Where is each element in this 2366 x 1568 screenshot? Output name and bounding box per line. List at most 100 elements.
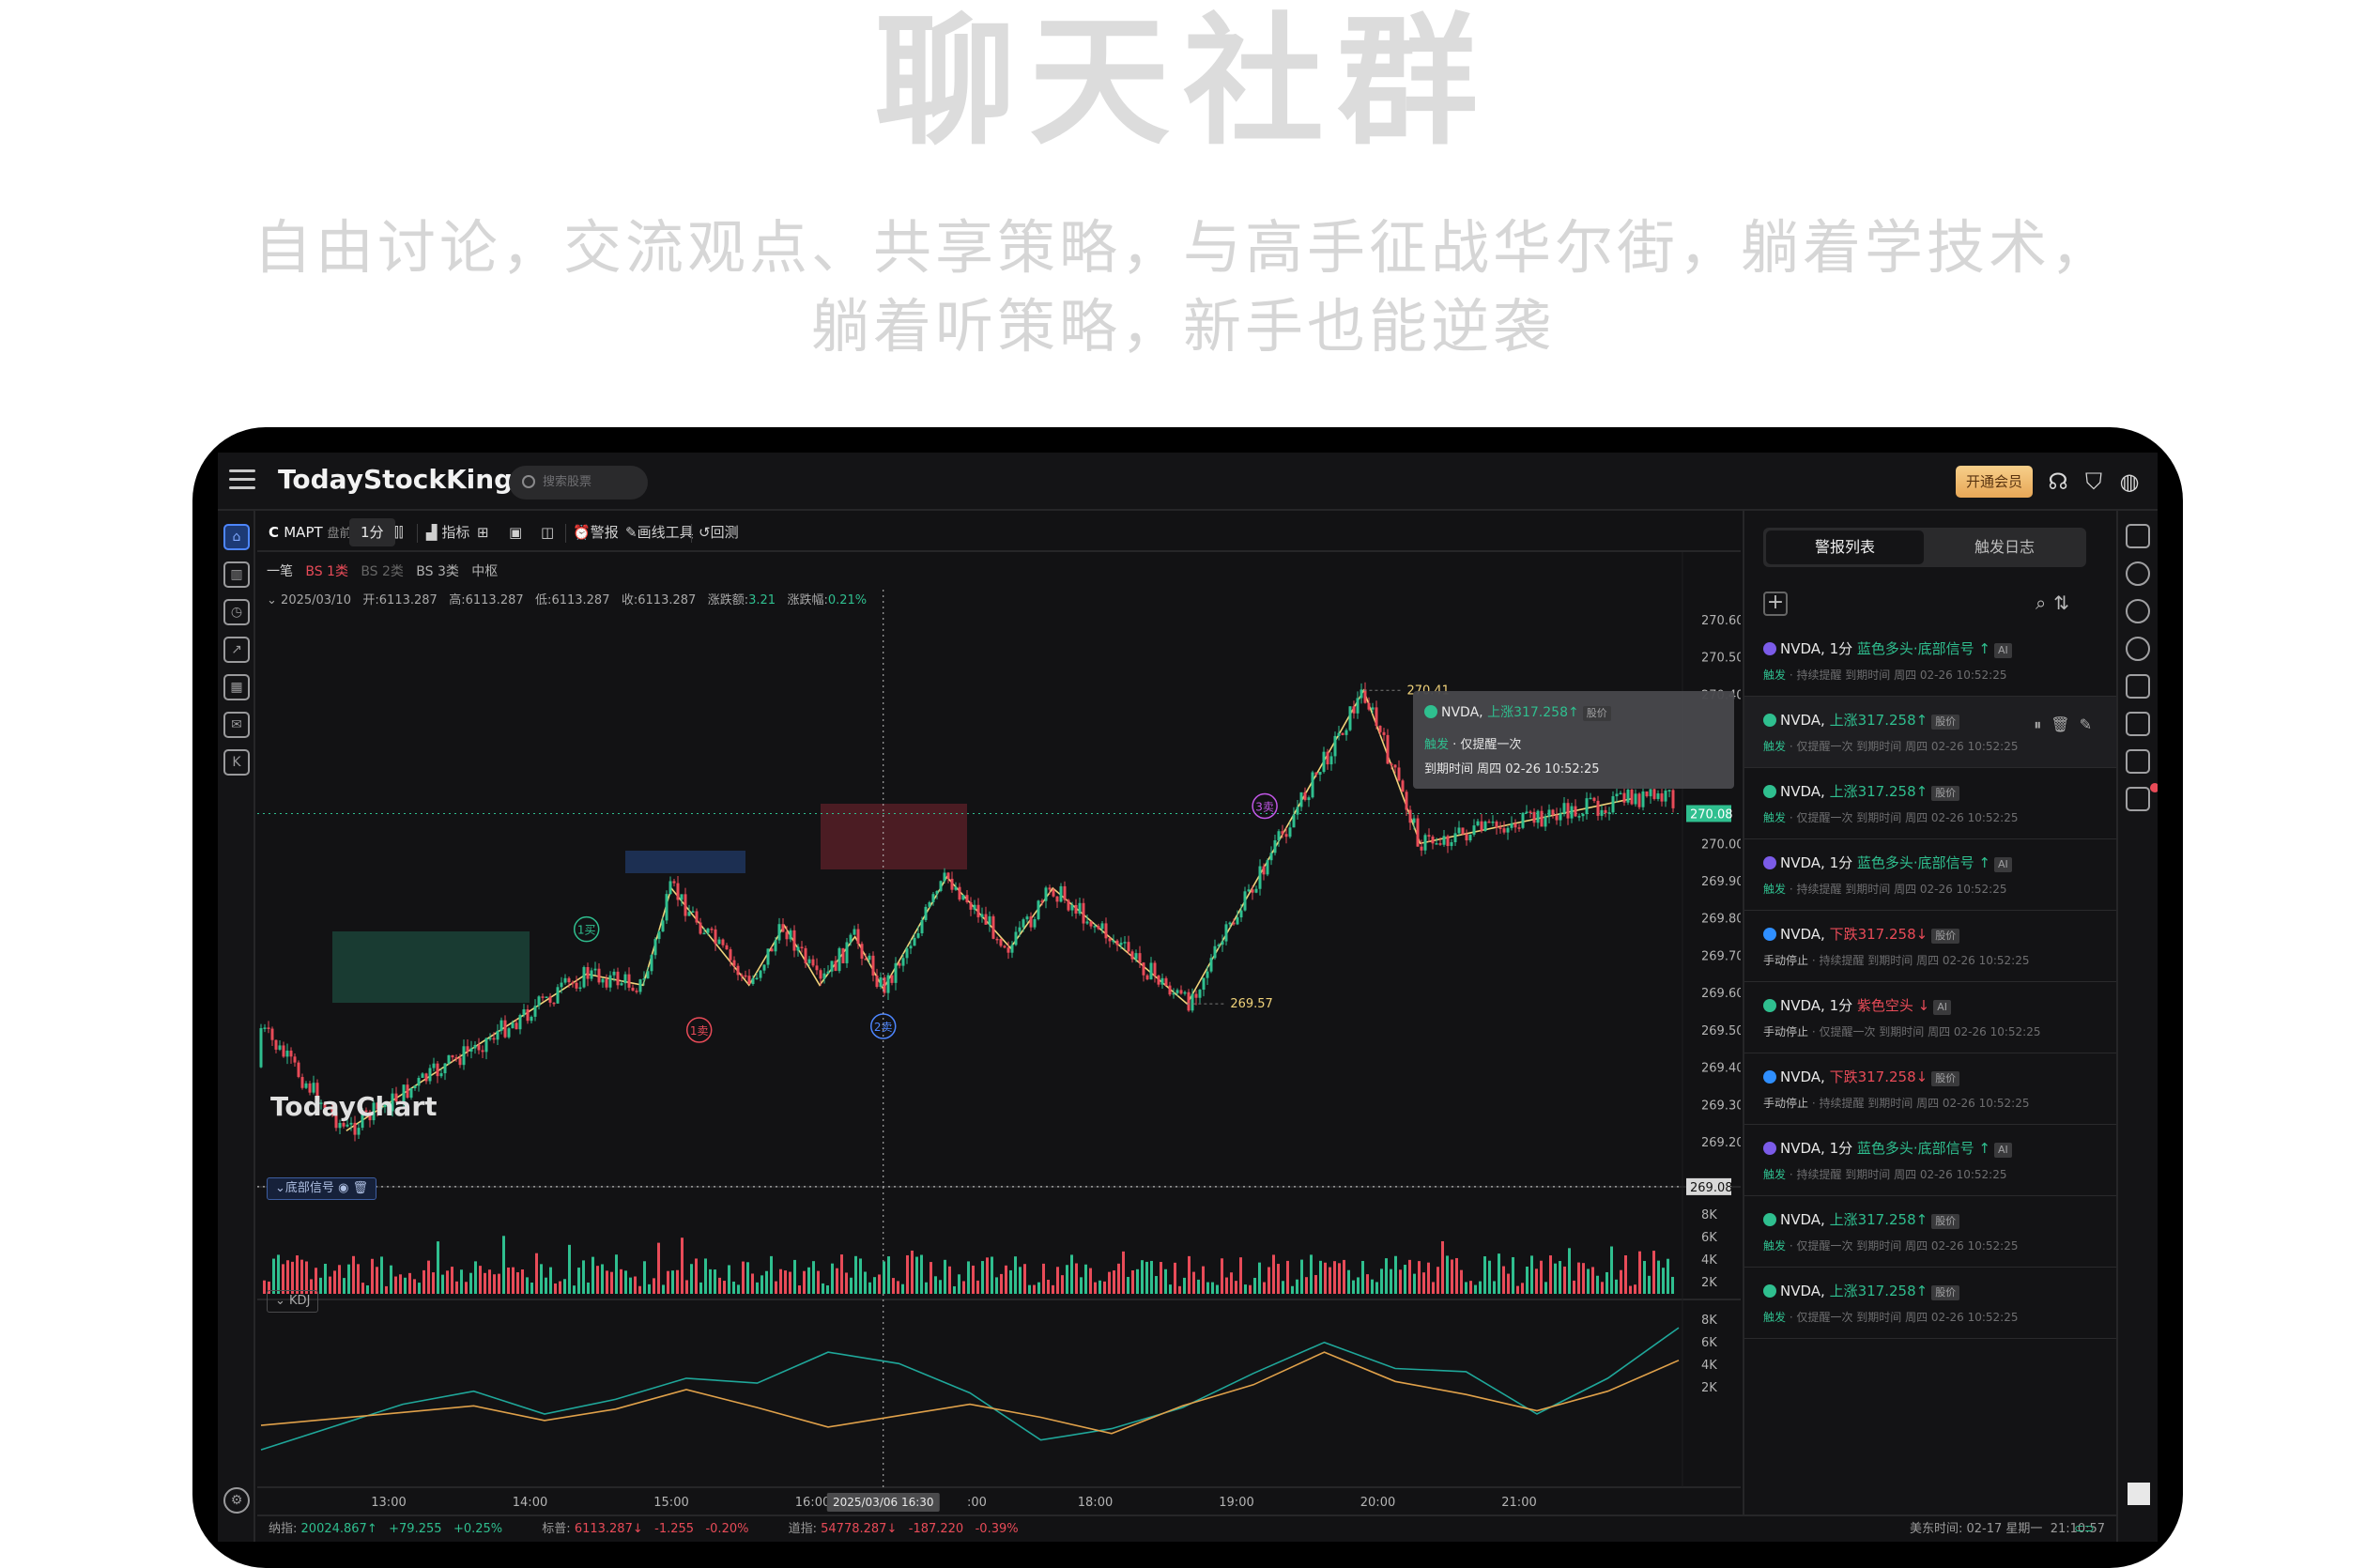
trash-icon[interactable]: 🗑 (353, 1181, 369, 1195)
add-alert-button[interactable]: + (1763, 592, 1788, 616)
snapshot-icon[interactable]: ◫ (541, 522, 554, 543)
volume-bar (1202, 1266, 1205, 1294)
square-icon[interactable] (2128, 1483, 2150, 1505)
candle-body (530, 1016, 533, 1022)
volume-bar (1455, 1257, 1458, 1294)
tab-alert-list[interactable]: 警报列表 (1766, 530, 1924, 564)
y-tick-label: 269.50 (1701, 1024, 1741, 1038)
alert-item[interactable]: NVDA, 上涨317.258↑ 股价 触发 · 仅提醒一次 到期时间 周四 02-… (1744, 1268, 2116, 1339)
candle-body (1183, 992, 1187, 994)
candle-body (601, 978, 605, 983)
volume-bar (953, 1285, 956, 1294)
y-tick-label: 270.60 (1701, 614, 1741, 628)
candle-body (725, 945, 729, 950)
link-icon[interactable]: ⊂⊃ (2074, 1516, 2095, 1542)
candle-body (488, 1038, 492, 1040)
calendar-icon[interactable]: ◷ (223, 599, 250, 625)
search-icon[interactable]: ⌕ (2036, 592, 2053, 614)
candle-body (781, 924, 785, 932)
clock-icon[interactable] (2126, 637, 2150, 661)
volume-bar (1122, 1251, 1125, 1294)
edit-icon[interactable]: ✎ (2080, 715, 2101, 733)
candle-body (1078, 902, 1082, 914)
vip-button[interactable]: 开通会员 (1956, 466, 2033, 498)
headset-icon[interactable]: ☊ (2044, 468, 2072, 496)
candle-body (931, 894, 935, 902)
alert-expiry: · 仅提醒一次 到期时间 周四 02-26 10:52:25 (1786, 811, 2019, 824)
drawing-tools-button[interactable]: ✎画线工具 (625, 522, 694, 543)
candle-body (278, 1045, 282, 1050)
backtest-button[interactable]: ↺回测 (699, 522, 739, 543)
candle-body (736, 965, 740, 976)
candle-body (1228, 922, 1232, 925)
sort-icon[interactable]: ⇅ (2053, 592, 2077, 614)
candle-body (1232, 922, 1236, 925)
candle-type-icon[interactable]: ⫿⫿ (394, 522, 404, 543)
candle-body (1288, 827, 1292, 838)
candle-body (913, 937, 916, 946)
interval-button[interactable]: 1分 (349, 518, 395, 546)
candle-body (556, 987, 560, 1004)
symbol-selector[interactable]: C MAPT 盘前 (269, 522, 351, 545)
alert-item[interactable]: NVDA, 1分 蓝色多头·底部信号 ↑ AI 触发 · 持续提醒 到期时间 周四 … (1744, 625, 2116, 697)
volume-bar (892, 1278, 895, 1294)
trend-icon[interactable]: ↗ (223, 637, 250, 663)
alert-item[interactable]: NVDA, 上涨317.258↑ 股价 触发 · 仅提醒一次 到期时间 周四 02-… (1744, 697, 2116, 768)
candle-body (597, 968, 601, 983)
candle-body (1356, 698, 1360, 714)
pause-icon[interactable]: ⏸ (2034, 715, 2051, 733)
volume-bar (1042, 1263, 1045, 1294)
chart-toolbar: C MAPT 盘前 1分 ⫿⫿ ▟ 指标 ⊞ ▣ ◫ ⏰警报 ✎画线工具 ↺回测 (257, 513, 1741, 552)
globe-icon[interactable]: ◍ (2115, 468, 2143, 496)
trash-icon[interactable]: 🗑 (2051, 715, 2079, 733)
alert-item[interactable]: NVDA, 1分 紫色空头 ↓ AI 手动停止 · 仅提醒一次 到期时间 周四 02… (1744, 982, 2116, 1053)
candle-body (511, 1022, 515, 1029)
alert-item[interactable]: NVDA, 上涨317.258↑ 股价 触发 · 仅提醒一次 到期时间 周四 02-… (1744, 768, 2116, 839)
candle-body (563, 977, 567, 983)
menu-icon[interactable] (229, 469, 255, 492)
alert-item[interactable]: NVDA, 1分 蓝色多头·底部信号 ↑ AI 触发 · 持续提醒 到期时间 周四 … (1744, 839, 2116, 911)
video-icon[interactable] (2126, 674, 2150, 699)
candle-body (879, 977, 883, 988)
volume-bar (305, 1261, 308, 1294)
chat-icon[interactable]: ✉ (223, 712, 250, 738)
candle-body (1296, 807, 1299, 815)
volume-bar (601, 1264, 604, 1294)
volume-bar (868, 1282, 871, 1294)
alert-item[interactable]: NVDA, 下跌317.258↓ 股价 手动停止 · 持续提醒 到期时间 周四 02… (1744, 1053, 2116, 1125)
app-logo[interactable]: TodayStockKing (278, 464, 513, 495)
bar-chart-icon[interactable]: ▥ (223, 561, 250, 588)
tab-trigger-log[interactable]: 触发日志 (1926, 530, 2083, 564)
home-icon[interactable]: ⌂ (223, 524, 250, 550)
basket-icon[interactable] (2126, 561, 2150, 586)
candle-body (552, 1002, 556, 1005)
k-icon[interactable]: K (223, 749, 250, 776)
search-input[interactable]: 搜索股票 (509, 466, 648, 500)
alert-button[interactable]: ⏰警报 (573, 522, 619, 543)
settings-icon[interactable]: ⚙ (223, 1487, 250, 1514)
alert-item[interactable]: NVDA, 1分 蓝色多头·底部信号 ↑ AI 触发 · 持续提醒 到期时间 周四 … (1744, 1125, 2116, 1196)
bottom-signal-tag[interactable]: ⌄底部信号 ◉ 🗑 (267, 1177, 377, 1200)
schedule-icon[interactable]: ▦ (223, 674, 250, 700)
layout-icon[interactable]: ⊞ (477, 522, 489, 543)
alert-item[interactable]: NVDA, 下跌317.258↓ 股价 手动停止 · 持续提醒 到期时间 周四 02… (1744, 911, 2116, 982)
yen-icon[interactable] (2126, 599, 2150, 623)
kdj-y-tick: 4K (1701, 1359, 1717, 1373)
candle-body (1198, 990, 1202, 998)
eye-icon[interactable]: ◉ (338, 1181, 348, 1195)
message-icon[interactable] (2126, 783, 2158, 811)
volume-bar (1094, 1282, 1097, 1294)
volume-bar (343, 1278, 346, 1294)
candle-body (1123, 942, 1127, 944)
shirt-icon[interactable]: ⛉ (2080, 468, 2108, 496)
chart-line-icon[interactable] (2126, 749, 2150, 774)
alert-condition: 下跌317.258↓ (1829, 926, 1928, 943)
tv-icon[interactable] (2126, 712, 2150, 736)
alert-item[interactable]: NVDA, 上涨317.258↑ 股价 触发 · 仅提醒一次 到期时间 周四 02-… (1744, 1196, 2116, 1268)
alert-detail: 触发 · 持续提醒 到期时间 周四 02-26 10:52:25 (1763, 881, 2006, 897)
volume-bar (657, 1242, 660, 1294)
indicator-button[interactable]: ▟ 指标 (426, 522, 469, 543)
pk-icon[interactable]: ▣ (509, 522, 522, 543)
list-icon[interactable] (2126, 524, 2150, 548)
kdj-tag[interactable]: ⌄ KDJ (267, 1290, 319, 1313)
